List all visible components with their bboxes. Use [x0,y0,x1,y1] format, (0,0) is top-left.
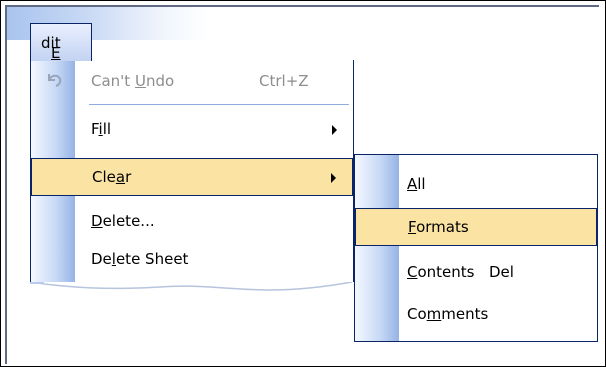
menu-edit[interactable]: Edit [30,23,92,62]
menu-item-undo-shortcut: Ctrl+Z [259,72,309,90]
menu-item-delete[interactable]: Delete... [33,204,351,240]
menu-separator [89,104,349,105]
menu-item-clear[interactable]: Clear [31,158,353,196]
menu-item-clear-label: Clear [92,168,132,186]
edit-menu: Can't Undo Ctrl+Z Fill Clear Delete... D… [30,60,354,282]
menu-item-fill-label: Fill [91,120,112,138]
submenu-arrow-icon [332,125,337,135]
menu-item-delete-sheet[interactable]: Delete Sheet [33,242,351,278]
submenu-arrow-icon [331,173,336,183]
menu-item-formats-label: Formats [408,218,469,236]
undo-icon [45,70,63,92]
menu-item-all-label: All [407,175,426,193]
menu-item-delete-sheet-label: Delete Sheet [91,250,189,268]
menu-item-contents[interactable]: Contents Del [357,255,595,291]
menu-item-contents-label: Contents [407,263,475,281]
menu-item-comments-label: Comments [407,305,489,323]
clear-submenu: All Formats Contents Del Comments [354,154,598,342]
menu-item-undo[interactable]: Can't Undo Ctrl+Z [33,64,351,100]
menu-item-delete-label: Delete... [91,212,155,230]
menu-item-undo-label: Can't Undo [91,72,175,90]
menu-item-formats[interactable]: Formats [355,208,597,246]
menu-item-contents-shortcut: Del [489,263,514,281]
menu-item-fill[interactable]: Fill [33,112,351,148]
menu-item-comments[interactable]: Comments [357,297,595,333]
menu-item-all[interactable]: All [357,167,595,203]
menu-edit-label: Edit [41,34,61,62]
